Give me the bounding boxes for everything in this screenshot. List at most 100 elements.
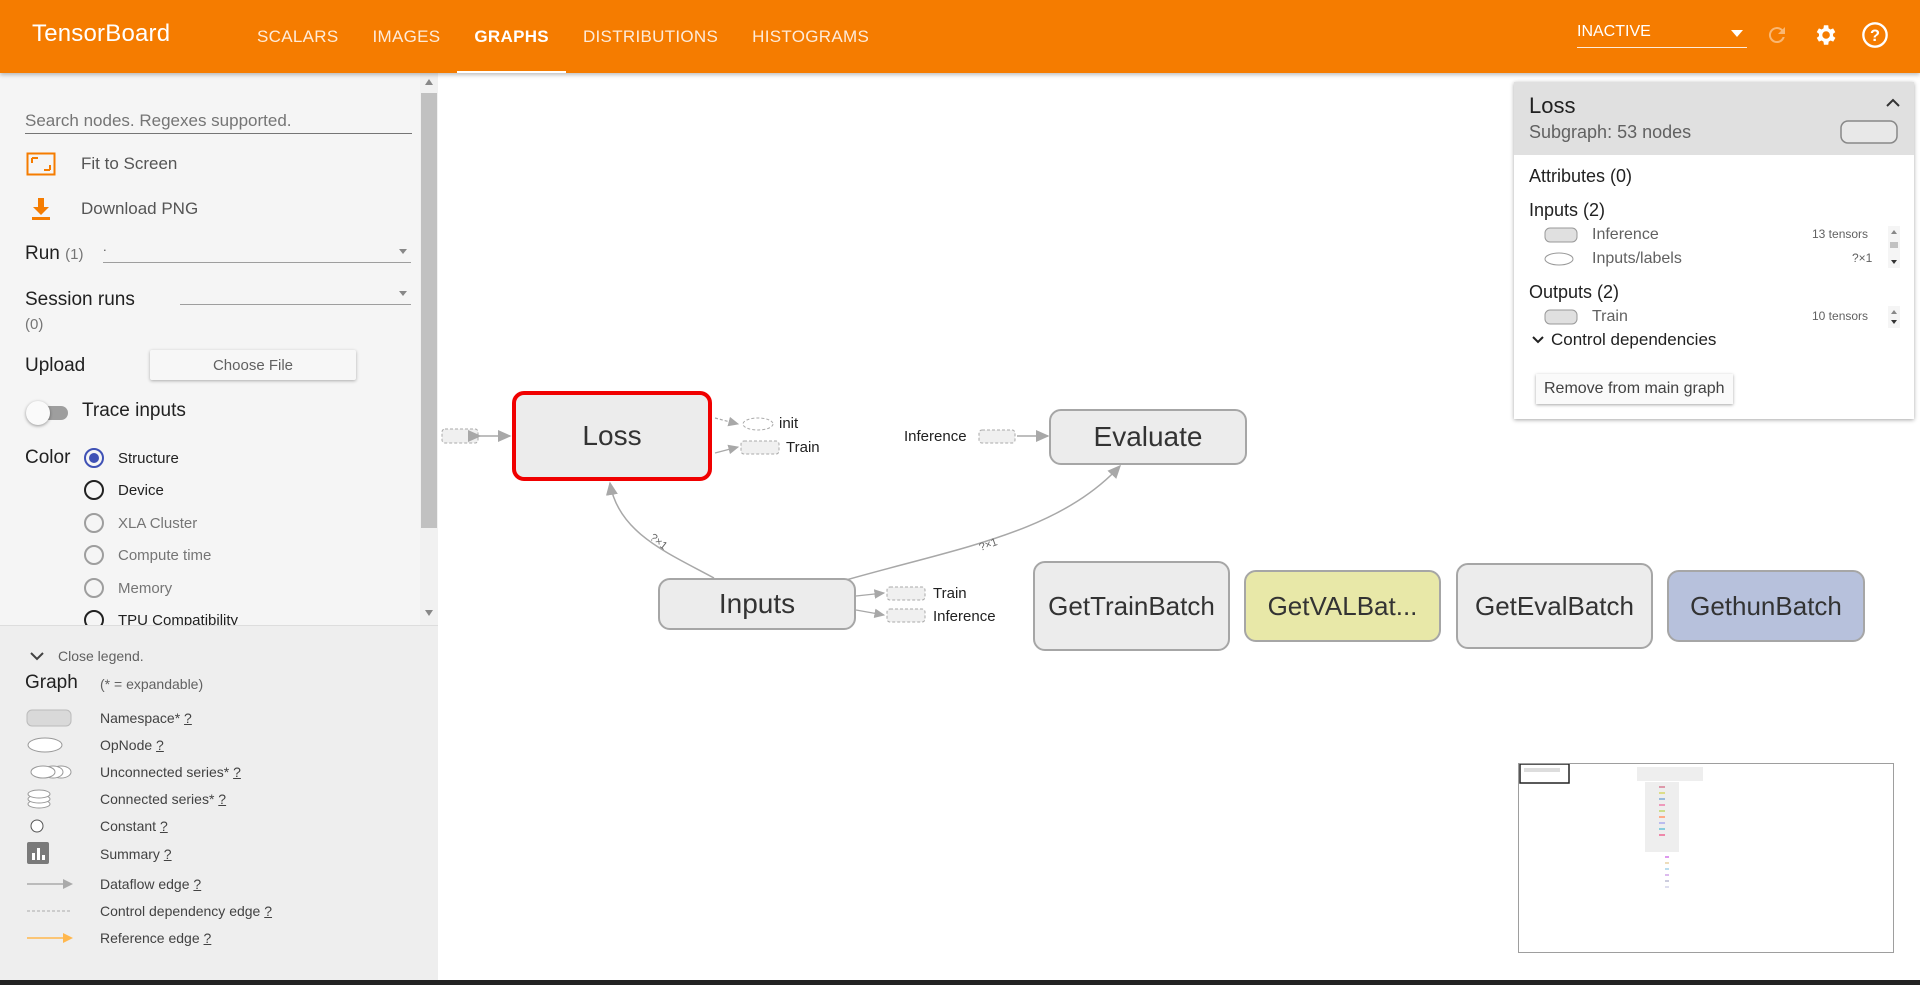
graph-node-loss[interactable]: Loss bbox=[512, 391, 712, 481]
trace-inputs-toggle[interactable] bbox=[26, 401, 70, 425]
help-link[interactable]: ? bbox=[193, 876, 201, 892]
outputs-scrollbar[interactable] bbox=[1888, 306, 1900, 328]
graph-node-getevalbatch[interactable]: GetEvalBatch bbox=[1456, 563, 1653, 649]
input-count: 13 tensors bbox=[1812, 227, 1869, 241]
chevron-up-icon[interactable] bbox=[1885, 97, 1901, 109]
constant-icon bbox=[25, 816, 75, 836]
tab-graphs[interactable]: GRAPHS bbox=[457, 0, 566, 73]
color-option-tpu-compatibility[interactable]: TPU Compatibility bbox=[84, 610, 238, 625]
radio-icon bbox=[84, 480, 104, 500]
help-link[interactable]: ? bbox=[204, 930, 212, 946]
init-node bbox=[742, 417, 774, 431]
trace-inputs-label: Trace inputs bbox=[82, 400, 186, 421]
fit-to-screen-label: Fit to Screen bbox=[81, 154, 178, 173]
output-name: Train bbox=[1592, 308, 1628, 325]
control-dependencies-label: Control dependencies bbox=[1551, 330, 1717, 349]
graph-node-inputs[interactable]: Inputs bbox=[658, 578, 856, 630]
legend-subtitle: (* = expandable) bbox=[100, 676, 204, 692]
color-option-xla-cluster[interactable]: XLA Cluster bbox=[84, 513, 197, 533]
connected-series-icon bbox=[25, 789, 75, 809]
legend-item-unconnected-series: Unconnected series* ? bbox=[25, 762, 425, 782]
unconnected-series-icon bbox=[25, 762, 75, 782]
graph-node-gethunbatch[interactable]: GethunBatch bbox=[1667, 570, 1865, 642]
info-subtitle: Subgraph: 53 nodes bbox=[1529, 122, 1692, 142]
output-item-train[interactable]: Train bbox=[1544, 308, 1628, 326]
gear-icon[interactable] bbox=[1810, 20, 1840, 50]
namespace-icon bbox=[1544, 227, 1578, 243]
help-link[interactable]: ? bbox=[156, 737, 164, 753]
control-edge-icon bbox=[25, 901, 75, 921]
radio-label: XLA Cluster bbox=[118, 514, 198, 532]
color-option-compute-time[interactable]: Compute time bbox=[84, 545, 211, 565]
legend-item-namespace: Namespace* ? bbox=[25, 708, 425, 728]
run-select-value: . bbox=[103, 239, 107, 254]
legend-label: OpNode bbox=[100, 737, 153, 753]
legend-item-connected-series: Connected series* ? bbox=[25, 789, 425, 809]
info-card-header: Loss Subgraph: 53 nodes bbox=[1514, 82, 1914, 155]
inputs-scrollbar[interactable] bbox=[1888, 226, 1900, 268]
legend-label: Unconnected series* bbox=[100, 764, 230, 780]
top-app-bar: TensorBoard SCALARS IMAGES GRAPHS DISTRI… bbox=[0, 0, 1920, 73]
graph-node-getvalbatch[interactable]: GetVALBat... bbox=[1244, 570, 1441, 642]
toggle-knob bbox=[26, 401, 50, 425]
fit-screen-icon bbox=[25, 151, 57, 177]
help-link[interactable]: ? bbox=[233, 764, 241, 780]
summary-icon bbox=[25, 842, 75, 864]
radio-label: Memory bbox=[118, 579, 173, 597]
fit-to-screen-button[interactable]: Fit to Screen bbox=[25, 151, 177, 177]
scrollbar-thumb[interactable] bbox=[421, 93, 437, 528]
graph-node-gettrainbatch[interactable]: GetTrainBatch bbox=[1033, 561, 1230, 651]
search-nodes-input[interactable] bbox=[25, 108, 412, 134]
color-option-device[interactable]: Device bbox=[84, 480, 164, 500]
tab-bar: SCALARS IMAGES GRAPHS DISTRIBUTIONS HIST… bbox=[240, 0, 886, 73]
help-link[interactable]: ? bbox=[164, 846, 172, 862]
tab-images[interactable]: IMAGES bbox=[355, 0, 457, 73]
reload-icon[interactable] bbox=[1762, 20, 1792, 50]
close-legend-button[interactable]: Close legend. bbox=[28, 648, 144, 664]
train-series bbox=[886, 586, 926, 601]
session-runs-count: (0) bbox=[25, 316, 44, 333]
color-option-memory[interactable]: Memory bbox=[84, 578, 172, 598]
sidebar-scrollbar[interactable] bbox=[420, 73, 438, 625]
help-icon[interactable]: ? bbox=[1860, 20, 1890, 50]
control-dependencies-toggle[interactable]: Control dependencies bbox=[1531, 330, 1716, 350]
tab-scalars[interactable]: SCALARS bbox=[240, 0, 355, 73]
info-title: Loss bbox=[1529, 93, 1576, 118]
color-option-structure[interactable]: Structure bbox=[84, 448, 179, 468]
chevron-down-icon bbox=[30, 652, 44, 661]
tab-distributions[interactable]: DISTRIBUTIONS bbox=[566, 0, 735, 73]
run-select[interactable]: . bbox=[103, 239, 411, 263]
radio-icon bbox=[84, 513, 104, 533]
scroll-down-icon[interactable] bbox=[425, 610, 433, 616]
legend-title: Graph bbox=[25, 672, 78, 693]
train-series bbox=[740, 440, 780, 455]
input-item-labels[interactable]: Inputs/labels bbox=[1544, 250, 1682, 268]
session-runs-select[interactable] bbox=[180, 281, 411, 305]
dataflow-edge-icon bbox=[25, 874, 75, 894]
edge-label-inference: Inference bbox=[904, 428, 967, 445]
legend-item-dataflow-edge: Dataflow edge ? bbox=[25, 874, 425, 894]
tab-histograms[interactable]: HISTOGRAMS bbox=[735, 0, 886, 73]
namespace-icon bbox=[1544, 309, 1578, 325]
help-link[interactable]: ? bbox=[218, 791, 226, 807]
input-item-inference[interactable]: Inference bbox=[1544, 226, 1659, 244]
choose-file-button[interactable]: Choose File bbox=[150, 350, 356, 380]
help-link[interactable]: ? bbox=[264, 903, 272, 919]
app-title: TensorBoard bbox=[32, 20, 171, 47]
legend-label: Connected series* bbox=[100, 791, 215, 807]
plugin-status-select[interactable]: INACTIVE bbox=[1577, 20, 1747, 48]
scroll-up-icon[interactable] bbox=[425, 79, 433, 85]
graph-node-evaluate[interactable]: Evaluate bbox=[1049, 409, 1247, 465]
outputs-header: Outputs (2) bbox=[1529, 282, 1620, 302]
help-link[interactable]: ? bbox=[160, 818, 168, 834]
minimap-viewport[interactable] bbox=[1519, 763, 1570, 784]
radio-label: Structure bbox=[118, 449, 179, 467]
node-info-card: Loss Subgraph: 53 nodes Attributes (0) I… bbox=[1514, 82, 1914, 419]
remove-from-main-graph-button[interactable]: Remove from main graph bbox=[1536, 374, 1733, 404]
help-link[interactable]: ? bbox=[184, 710, 192, 726]
legend-item-constant: Constant ? bbox=[25, 816, 425, 836]
run-count: (1) bbox=[65, 246, 84, 263]
download-png-button[interactable]: Download PNG bbox=[25, 196, 198, 222]
edge-label-init: init bbox=[779, 415, 799, 432]
graph-minimap[interactable] bbox=[1518, 763, 1894, 953]
